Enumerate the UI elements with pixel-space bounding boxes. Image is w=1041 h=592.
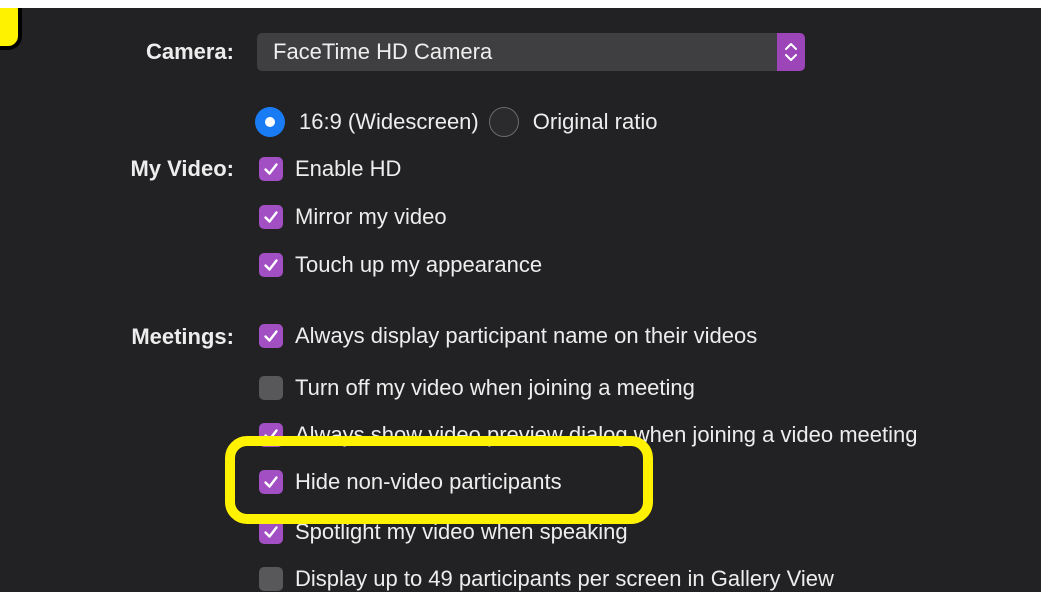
option-enable-hd-label: Enable HD bbox=[295, 156, 402, 181]
chevron-up-down-icon[interactable] bbox=[777, 33, 805, 71]
option-spotlight-video[interactable]: Spotlight my video when speaking bbox=[259, 515, 628, 549]
option-turn-off-video[interactable]: Turn off my video when joining a meeting bbox=[259, 371, 695, 405]
radio-original-ratio-label: Original ratio bbox=[532, 109, 658, 134]
option-turn-off-video-label: Turn off my video when joining a meeting bbox=[295, 375, 695, 400]
radio-unselected-icon[interactable] bbox=[488, 107, 519, 137]
option-spotlight-video-label: Spotlight my video when speaking bbox=[295, 519, 628, 544]
option-enable-hd[interactable]: Enable HD bbox=[259, 152, 401, 186]
radio-widescreen-label: 16:9 (Widescreen) bbox=[299, 109, 479, 134]
option-display-49-participants[interactable]: Display up to 49 participants per screen… bbox=[259, 562, 834, 592]
option-video-preview-dialog[interactable]: Always show video preview dialog when jo… bbox=[259, 418, 917, 452]
option-touch-up[interactable]: Touch up my appearance bbox=[259, 248, 542, 282]
aspect-ratio-group: 16:9 (Widescreen) Original ratio bbox=[255, 105, 667, 139]
checkbox-unchecked-icon[interactable] bbox=[259, 376, 283, 400]
option-hide-non-video-label: Hide non-video participants bbox=[295, 469, 562, 494]
option-mirror-video[interactable]: Mirror my video bbox=[259, 200, 447, 234]
camera-select[interactable]: FaceTime HD Camera bbox=[257, 33, 805, 71]
camera-label: Camera: bbox=[145, 39, 234, 64]
meetings-label: Meetings: bbox=[131, 324, 234, 349]
checkbox-checked-icon[interactable] bbox=[259, 423, 283, 447]
option-mirror-video-label: Mirror my video bbox=[295, 204, 447, 229]
option-display-participant-name[interactable]: Always display participant name on their… bbox=[259, 319, 757, 353]
option-video-preview-dialog-label: Always show video preview dialog when jo… bbox=[295, 422, 918, 447]
video-settings-panel: Camera: FaceTime HD Camera 16:9 (Widescr… bbox=[0, 0, 1041, 592]
checkbox-checked-icon[interactable] bbox=[259, 470, 283, 494]
option-hide-non-video[interactable]: Hide non-video participants bbox=[259, 465, 562, 499]
checkbox-checked-icon[interactable] bbox=[259, 324, 283, 348]
checkbox-checked-icon[interactable] bbox=[259, 205, 283, 229]
radio-widescreen[interactable]: 16:9 (Widescreen) bbox=[255, 107, 479, 137]
my-video-label: My Video: bbox=[130, 156, 234, 181]
radio-original-ratio[interactable]: Original ratio bbox=[488, 107, 658, 137]
option-touch-up-label: Touch up my appearance bbox=[295, 252, 543, 277]
checkbox-checked-icon[interactable] bbox=[259, 520, 283, 544]
camera-select-value: FaceTime HD Camera bbox=[273, 39, 493, 64]
radio-selected-icon[interactable] bbox=[255, 107, 285, 137]
checkbox-checked-icon[interactable] bbox=[259, 157, 283, 181]
checkbox-checked-icon[interactable] bbox=[259, 253, 283, 277]
option-display-49-participants-label: Display up to 49 participants per screen… bbox=[295, 566, 834, 591]
checkbox-unchecked-icon[interactable] bbox=[259, 567, 283, 591]
option-display-participant-name-label: Always display participant name on their… bbox=[295, 323, 758, 348]
